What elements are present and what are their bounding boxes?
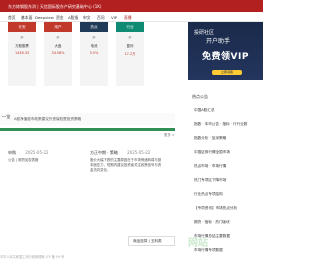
sidebar-item[interactable]: 指数 · 本市公告 · 指标 · 行行业数 xyxy=(194,122,263,127)
market-card[interactable]: 用户 个 大盘 34.58% xyxy=(44,22,72,86)
post-body: 公告 | 期货加权表格 xyxy=(8,158,39,162)
market-card-value: 17.2万 xyxy=(124,52,136,56)
market-card-title: 热点 xyxy=(80,22,108,32)
nav-item-fundamentals[interactable]: 基本面 xyxy=(21,15,32,21)
commodity-select[interactable]: 商品选择 | 五料类 xyxy=(128,236,175,246)
post-body: 股价大幅下跌的主要原因在于市场情绪转弱与基本面压力，短期内建议投资者关注政策信号… xyxy=(90,158,162,172)
sidebar-heading: 热点公告 xyxy=(192,94,208,99)
market-card-value: 1438.33 xyxy=(14,51,30,55)
nav-item-text[interactable]: 申文 xyxy=(83,15,91,21)
market-card[interactable]: 行业 个 盈利 17.2万 xyxy=(116,22,144,86)
sidebar-item[interactable]: 【专项资讯】市场热点分析 xyxy=(194,206,263,211)
market-card-line: 个 xyxy=(20,36,24,40)
footer-text: 中华人民共和国工商行政管理局 ICP 备 09 号 xyxy=(0,255,65,259)
main-nav: 首页 基本面 Deepview 资金 A股指 申文 百问 VIP 直播 xyxy=(0,12,263,22)
market-card-value: 34.58% xyxy=(51,51,65,55)
sidebar-item[interactable]: 中国A股汇总 xyxy=(194,108,263,113)
market-card-line: 电池 xyxy=(90,44,98,48)
footer: 中华人民共和国工商行政管理局 ICP 备 09 号 xyxy=(0,254,175,266)
post-card[interactable]: 方正中期 · 策略 2025-05-22 股价大幅下跌的主要原因在于市场情绪转弱… xyxy=(90,150,164,173)
sidebar-item[interactable]: 期货 · 指标 · 热门版块 xyxy=(194,220,263,225)
sidebar-hot-list: 热点公告 中国A股汇总 指数 · 本市公告 · 指标 · 行行业数 指数分析 ·… xyxy=(188,88,263,266)
ad-subtitle: 开户助手 xyxy=(206,38,231,45)
ad-cta-button[interactable]: 立即领取 xyxy=(212,70,242,75)
market-card-title: 行业 xyxy=(116,22,144,32)
nav-item-qa[interactable]: 百问 xyxy=(97,15,105,21)
more-link[interactable]: 更多 > xyxy=(164,132,175,137)
sidebar-item[interactable]: 指数分析 · 加深策略 xyxy=(194,136,263,141)
market-card-value: 5.5% xyxy=(89,51,99,55)
vip-ad-banner[interactable]: 投研社区 开户助手 免费领VIP 立即领取 xyxy=(188,22,263,80)
nav-item-deepview[interactable]: Deepview xyxy=(35,15,54,20)
market-card-line: 盈利 xyxy=(126,44,134,48)
post-title[interactable]: 方正中期 · 策略 xyxy=(90,150,118,155)
market-card-line: 万股股票 xyxy=(15,44,29,48)
market-card-title: 用户 xyxy=(44,22,72,32)
nav-item-home[interactable]: 首页 xyxy=(8,15,16,21)
nav-item-live[interactable]: 直播 xyxy=(124,15,132,21)
market-cards: 长安 个 万股股票 1438.33 用户 个 大盘 34.58% 热点 个 电池… xyxy=(0,22,164,88)
ad-headline: 免费领VIP xyxy=(202,52,249,62)
top-banner: 东方炼钢股东消 | 天信国际股东产研究基础中心 (1K) xyxy=(0,0,263,12)
summary-title: 一览 xyxy=(2,114,11,119)
sidebar-item[interactable]: 市场行情专项数据 xyxy=(194,248,263,253)
market-card-line: 个 xyxy=(128,36,132,40)
market-card-line: 个 xyxy=(92,36,96,40)
sidebar-item[interactable]: 中国证券行情全国市场 xyxy=(194,150,263,155)
summary-row: 一览 A股净值股市政策建议外资保险是投资策略 xyxy=(0,113,175,125)
sidebar-item[interactable]: 行业热点专项结构 xyxy=(194,192,263,197)
post-title[interactable]: 申购 xyxy=(8,150,16,155)
summary-text[interactable]: A股净值股市政策建议外资保险是投资策略 xyxy=(14,117,81,122)
sidebar-item[interactable]: 热点市场 · 市场行情 xyxy=(194,164,263,169)
post-card[interactable]: 申购 2025-05-22 公告 | 期货加权表格 xyxy=(8,150,82,163)
post-date: 2025-05-22 xyxy=(25,150,49,155)
top-banner-text: 东方炼钢股东消 | 天信国际股东产研究基础中心 (1K) xyxy=(8,3,102,9)
nav-item-vip[interactable]: VIP xyxy=(111,15,117,20)
sidebar-item[interactable]: 市场行情总结主要数据 xyxy=(194,234,263,239)
nav-item-a-index[interactable]: A股指 xyxy=(68,15,78,21)
market-card-line: 大盘 xyxy=(54,44,62,48)
commodity-select-value: 商品选择 | 五料类 xyxy=(133,239,162,243)
market-card-title: 长安 xyxy=(8,22,36,32)
post-date: 2025-05-22 xyxy=(127,150,151,155)
market-card[interactable]: 长安 个 万股股票 1438.33 xyxy=(8,22,36,86)
sidebar-item[interactable]: 热门专项区下降市场 xyxy=(194,178,263,183)
market-card-line: 个 xyxy=(56,36,60,40)
section-divider xyxy=(0,128,175,131)
nav-item-funds[interactable]: 资金 xyxy=(56,15,64,21)
market-card[interactable]: 热点 个 电池 5.5% xyxy=(80,22,108,86)
ad-brand: 投研社区 xyxy=(194,30,215,36)
